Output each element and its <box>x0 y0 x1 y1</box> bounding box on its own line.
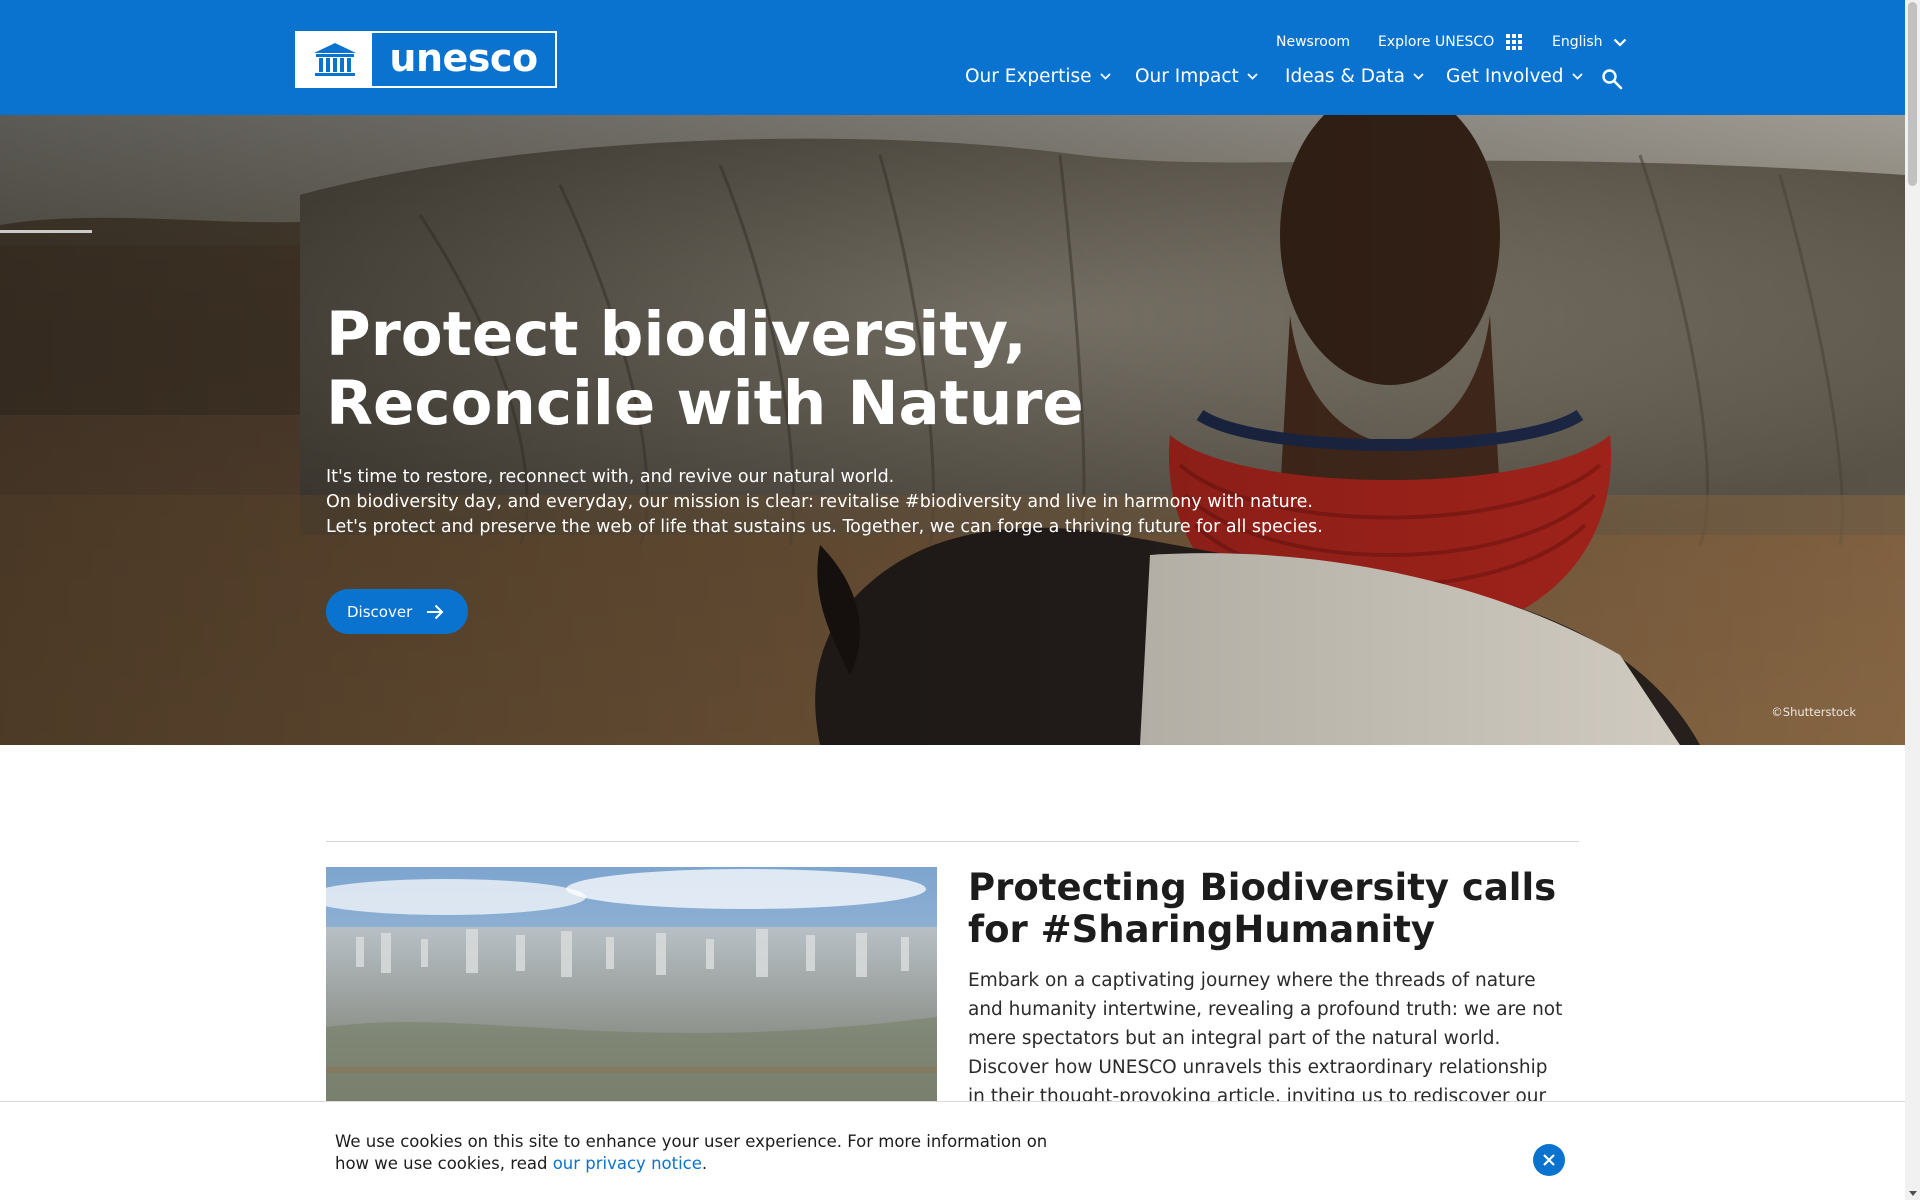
scroll-down-arrow-icon[interactable] <box>1909 1191 1917 1196</box>
chevron-down-icon <box>1247 73 1258 80</box>
grid-apps-icon <box>1506 34 1523 50</box>
close-cookie-button[interactable] <box>1533 1144 1565 1176</box>
slider-indicator[interactable] <box>0 230 92 233</box>
search-icon[interactable] <box>1600 67 1624 91</box>
nav-label: Our Expertise <box>965 66 1092 87</box>
section-divider <box>326 841 1579 842</box>
nav-our-impact[interactable]: Our Impact <box>1135 66 1258 87</box>
privacy-notice-link[interactable]: our privacy notice <box>553 1154 702 1173</box>
scrollbar-thumb[interactable] <box>1908 2 1917 186</box>
discover-button[interactable]: Discover <box>326 589 468 634</box>
hero-banner: Protect biodiversity, Reconcile with Nat… <box>0 115 1905 745</box>
hero-desc-line: It's time to restore, reconnect with, an… <box>326 467 895 487</box>
nav-label: Ideas & Data <box>1285 66 1405 87</box>
hero-title-line: Protect biodiversity, <box>326 299 1027 370</box>
logo-wordmark: unesco <box>389 35 538 80</box>
hero-desc-line: Let's protect and preserve the web of li… <box>326 517 1323 537</box>
cookie-banner: We use cookies on this site to enhance y… <box>0 1101 1905 1200</box>
cookie-suffix: . <box>701 1154 708 1173</box>
newsroom-link[interactable]: Newsroom <box>1276 34 1350 50</box>
unesco-logo[interactable]: unesco <box>295 31 557 88</box>
hero-description: It's time to restore, reconnect with, an… <box>326 465 1323 540</box>
hero-desc-line: On biodiversity day, and everyday, our m… <box>326 492 1313 512</box>
temple-emblem-icon <box>297 33 372 86</box>
nav-our-expertise[interactable]: Our Expertise <box>965 66 1111 87</box>
chevron-down-icon <box>1571 73 1583 80</box>
language-selector[interactable]: English <box>1552 34 1627 50</box>
newsroom-label: Newsroom <box>1276 34 1351 50</box>
page-scrollbar[interactable] <box>1905 0 1920 1200</box>
hero-title-line: Reconcile with Nature <box>326 368 1084 439</box>
photo-credit: ©Shutterstock <box>1771 705 1856 719</box>
article-title[interactable]: Protecting Biodiversity calls for #Shari… <box>968 867 1568 951</box>
chevron-down-icon <box>1099 73 1111 80</box>
chevron-down-icon <box>1613 38 1626 47</box>
close-icon <box>1543 1154 1555 1166</box>
language-label: English <box>1552 34 1603 50</box>
arrow-right-icon <box>427 604 444 619</box>
explore-unesco-link[interactable]: Explore UNESCO <box>1378 34 1523 50</box>
hero-title: Protect biodiversity, Reconcile with Nat… <box>326 300 1084 438</box>
nav-get-involved[interactable]: Get Involved <box>1446 66 1583 87</box>
chevron-down-icon <box>1413 73 1424 80</box>
site-header: unesco Newsroom Explore UNESCO English O… <box>0 0 1905 115</box>
discover-label: Discover <box>347 602 413 621</box>
nav-ideas-data[interactable]: Ideas & Data <box>1285 66 1424 87</box>
nav-label: Our Impact <box>1135 66 1239 87</box>
nav-label: Get Involved <box>1446 66 1564 87</box>
explore-unesco-label: Explore UNESCO <box>1378 34 1495 50</box>
cookie-message: We use cookies on this site to enhance y… <box>335 1131 1075 1175</box>
